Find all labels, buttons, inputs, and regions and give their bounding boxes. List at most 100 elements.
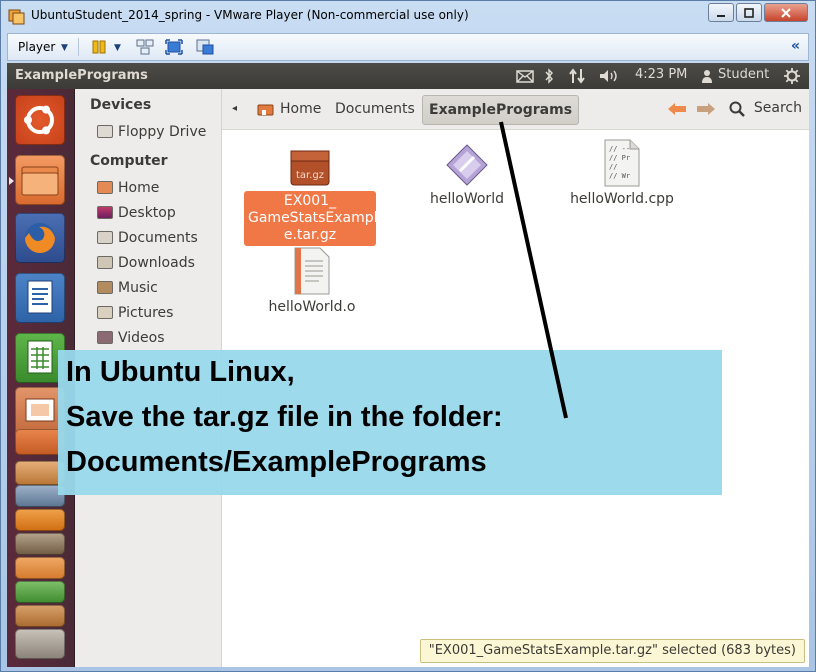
send-ctrl-alt-del-icon[interactable] — [136, 39, 154, 55]
sidebar-item-label: Downloads — [118, 255, 195, 271]
running-indicator — [9, 177, 14, 185]
downloads-folder-icon — [97, 256, 113, 269]
volume-icon[interactable] — [599, 69, 621, 83]
music-folder-icon — [97, 281, 113, 294]
file-name: helloWorld.o — [268, 299, 356, 315]
file-item-helloworld-cpp[interactable]: // -- // Pr // // Wr helloWorld.cpp — [552, 139, 692, 208]
crumb-documents[interactable]: Documents — [335, 101, 415, 117]
pause-icon[interactable] — [91, 39, 107, 55]
callout-line: In Ubuntu Linux, — [66, 356, 295, 388]
player-dropdown-icon[interactable]: ▼ — [61, 43, 68, 53]
gear-icon[interactable] — [784, 68, 800, 84]
files-folder-icon — [21, 166, 59, 196]
user-icon — [702, 70, 712, 83]
home-icon — [257, 104, 274, 116]
file-item-helloworld-o[interactable]: helloWorld.o — [252, 247, 372, 316]
sidebar-item-videos[interactable]: Videos — [97, 330, 165, 352]
devices-header: Devices — [90, 97, 152, 113]
writer-document-icon — [27, 280, 53, 314]
crumb-home[interactable]: Home — [280, 101, 321, 117]
file-name: EX001_ GameStatsExampl e.tar.gz — [244, 191, 378, 246]
selection-status: "EX001_GameStatsExample.tar.gz" selected… — [419, 639, 805, 663]
vmware-window: UbuntuStudent_2014_spring - VMware Playe… — [0, 0, 816, 672]
power-dropdown-icon[interactable]: ▼ — [114, 43, 121, 53]
sidebar-item-label: Videos — [118, 330, 165, 346]
instruction-callout: In Ubuntu Linux, Save the tar.gz file in… — [58, 350, 722, 495]
file-item-targz[interactable]: tar.gz EX001_ GameStatsExampl e.tar.gz — [244, 143, 378, 246]
close-icon — [781, 8, 791, 18]
svg-text:// --: // -- — [609, 145, 630, 153]
user-name[interactable]: Student — [718, 67, 769, 82]
sidebar-item-music[interactable]: Music — [97, 280, 158, 302]
firefox-icon — [25, 223, 55, 253]
sidebar-item-label: Desktop — [118, 205, 176, 221]
window-titlebar[interactable]: UbuntuStudent_2014_spring - VMware Playe… — [1, 1, 815, 31]
launcher-files[interactable] — [15, 155, 65, 205]
svg-text:// Pr: // Pr — [609, 154, 630, 162]
ubuntu-logo-icon — [24, 105, 54, 135]
restore-button[interactable] — [736, 3, 762, 22]
vmware-toolbar: Player ▼ ▼ « — [7, 33, 809, 61]
launcher-app-stack-7[interactable] — [15, 605, 65, 627]
documents-folder-icon — [97, 231, 113, 244]
floppy-icon — [97, 125, 113, 138]
computer-header: Computer — [90, 153, 168, 169]
search-button[interactable]: Search — [754, 100, 802, 116]
executable-icon — [446, 144, 488, 186]
bluetooth-icon[interactable] — [544, 68, 554, 84]
network-icon[interactable] — [568, 68, 586, 84]
unity-top-panel: ExamplePrograms 4:23 PM Student — [7, 63, 809, 89]
active-window-title: ExamplePrograms — [15, 68, 148, 83]
sidebar-item-documents[interactable]: Documents — [97, 230, 198, 252]
svg-text:// Wr: // Wr — [609, 172, 630, 180]
window-title: UbuntuStudent_2014_spring - VMware Playe… — [31, 8, 469, 22]
launcher-app-stack-4[interactable] — [15, 533, 65, 555]
object-file-icon — [294, 247, 330, 295]
sidebar-item-pictures[interactable]: Pictures — [97, 305, 173, 327]
dash-home-button[interactable] — [15, 95, 65, 145]
clock[interactable]: 4:23 PM — [635, 67, 687, 82]
cpp-source-icon: // -- // Pr // // Wr — [604, 139, 640, 187]
home-folder-icon — [97, 181, 113, 194]
launcher-firefox[interactable] — [15, 213, 65, 263]
back-arrow-icon[interactable] — [667, 102, 687, 116]
location-bar: ◂ Home Documents ExamplePrograms Search — [222, 89, 809, 130]
sidebar-item-desktop[interactable]: Desktop — [97, 205, 176, 227]
fullscreen-icon[interactable] — [165, 39, 183, 55]
launcher-app-stack-5[interactable] — [15, 557, 65, 579]
sidebar-item-label: Pictures — [118, 305, 174, 321]
tar-gz-archive-icon: tar.gz — [290, 150, 330, 186]
search-icon[interactable] — [729, 101, 745, 117]
sidebar-item-label: Home — [118, 180, 160, 196]
sidebar-item-label: Documents — [118, 230, 198, 246]
crumb-exampleprograms[interactable]: ExamplePrograms — [422, 95, 580, 125]
launcher-writer[interactable] — [15, 273, 65, 323]
desktop-icon — [97, 206, 113, 219]
launcher-app-stack-3[interactable] — [15, 509, 65, 531]
file-name: helloWorld.cpp — [570, 191, 674, 207]
vmware-app-icon — [8, 9, 25, 25]
pictures-folder-icon — [97, 306, 113, 319]
sidebar-item-label: Floppy Drive — [118, 124, 207, 140]
callout-line: Save the tar.gz file in the folder: — [66, 401, 503, 433]
callout-line: Documents/ExamplePrograms — [66, 446, 487, 478]
collapse-toolbar-icon[interactable]: « — [791, 38, 800, 54]
path-scroll-left-icon[interactable]: ◂ — [232, 103, 237, 114]
restore-icon — [744, 8, 754, 18]
unity-mode-icon[interactable] — [196, 39, 214, 55]
mail-icon[interactable] — [516, 70, 534, 83]
sidebar-item-label: Music — [118, 280, 158, 296]
file-item-helloworld[interactable]: helloWorld — [412, 143, 522, 208]
launcher-app-stack-6[interactable] — [15, 581, 65, 603]
close-button[interactable] — [764, 3, 808, 22]
player-menu[interactable]: Player — [18, 40, 55, 54]
forward-arrow-icon[interactable] — [696, 102, 716, 116]
launcher-trash[interactable] — [15, 629, 65, 659]
minimize-button[interactable] — [708, 3, 734, 22]
archive-icon-text: tar.gz — [296, 170, 324, 181]
sidebar-item-downloads[interactable]: Downloads — [97, 255, 195, 277]
sidebar-item-floppy-drive[interactable]: Floppy Drive — [97, 124, 206, 146]
sidebar-item-home[interactable]: Home — [97, 180, 159, 202]
svg-text://: // — [609, 163, 617, 171]
toolbar-divider — [78, 38, 79, 56]
